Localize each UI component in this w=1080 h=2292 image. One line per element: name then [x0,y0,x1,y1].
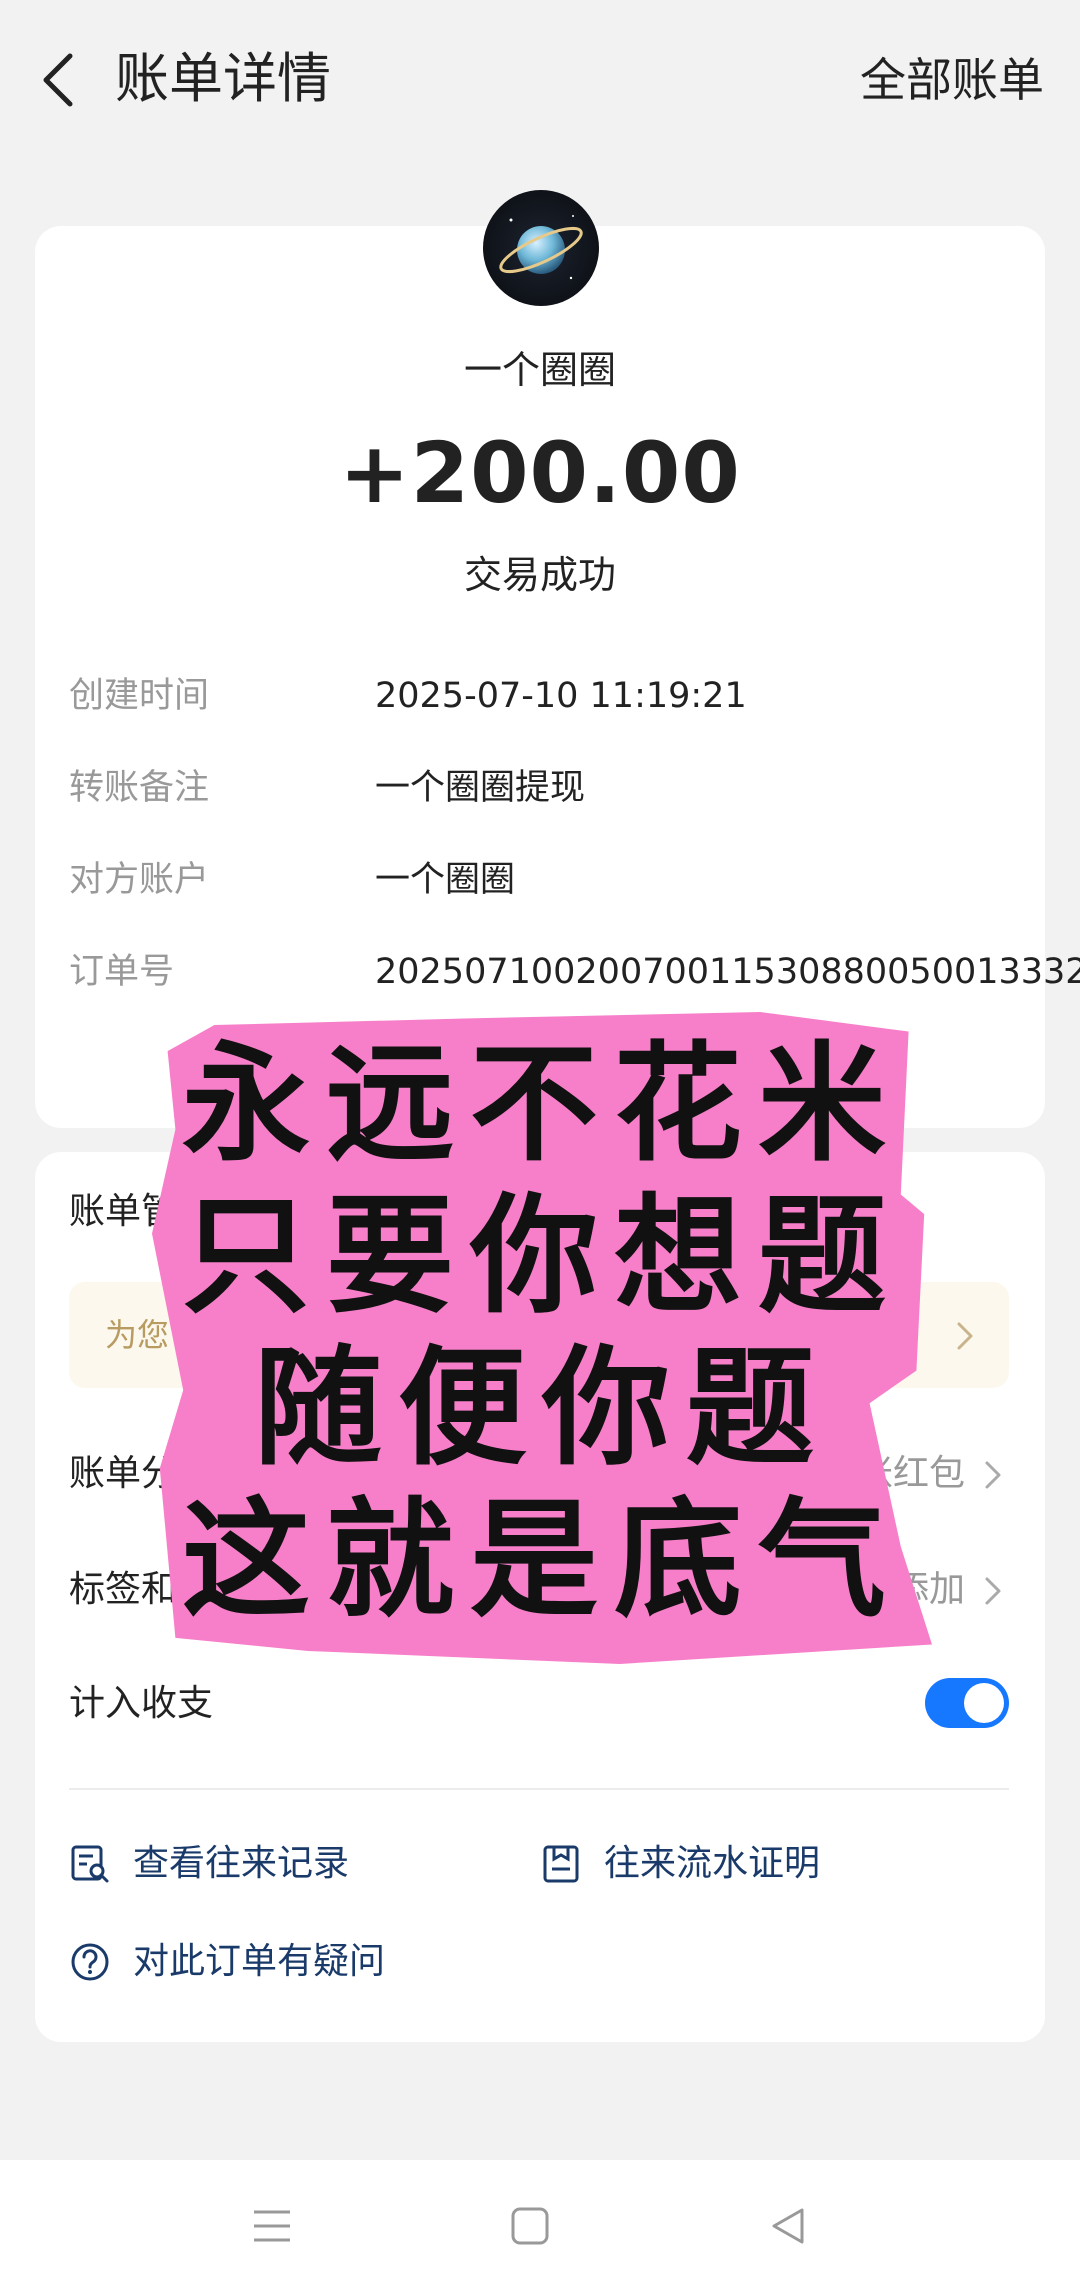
detail-value: 一个圈圈提现 [375,768,586,808]
detail-row-counterparty: 对方账户 一个圈圈 [69,850,1019,910]
include-in-stats-row: 计入收支 [69,1664,1009,1744]
overlay-line: 永远不花米 [181,1030,902,1179]
divider [69,1788,1009,1790]
square-home-icon [511,2207,549,2245]
link-label: 对此订单有疑问 [133,1941,386,1982]
statement-proof-link[interactable]: 往来流水证明 [540,1834,820,1894]
overlay-line: 只要你想题 [181,1182,902,1331]
system-nav-bar [0,2160,1080,2292]
detail-row-transfer-note: 转账备注 一个圈圈提现 [69,758,1019,818]
chevron-right-icon [985,1461,1001,1489]
overlay-sticker: 永远不花米 只要你想题 随便你题 这就是底气 [152,1012,932,1664]
detail-row-order-number: 订单号 20250710020070011530880050013332 [69,942,1080,1002]
tip-text: 为您 [105,1316,170,1354]
detail-label: 对方账户 [69,860,210,900]
chevron-right-icon [985,1577,1001,1605]
avatar [483,190,599,306]
back-button[interactable] [28,40,88,120]
include-in-stats-toggle[interactable] [925,1678,1009,1728]
question-circle-icon [71,1943,109,1981]
top-app-bar: 账单详情 全部账单 [0,0,1080,160]
view-history-link[interactable]: 查看往来记录 [69,1834,349,1894]
link-label: 查看往来记录 [133,1843,350,1884]
detail-value[interactable]: 20250710020070011530880050013332 [375,942,1080,1002]
payee-name: 一个圈圈 [463,348,616,392]
toggle-knob [964,1683,1004,1723]
planet-icon [499,215,583,280]
transaction-amount: +200.00 [339,424,741,522]
document-icon [543,1845,579,1883]
detail-label: 创建时间 [69,676,210,716]
record-search-icon [71,1845,109,1883]
detail-value: 2025-07-10 11:19:21 [375,676,747,716]
order-question-link[interactable]: 对此订单有疑问 [69,1932,385,1992]
menu-button[interactable] [242,2196,302,2256]
chevron-right-icon [957,1322,973,1350]
detail-value: 一个圈圈 [375,860,516,900]
triangle-back-icon [772,2208,804,2244]
back-nav-button[interactable] [758,2196,818,2256]
detail-row-created-time: 创建时间 2025-07-10 11:19:21 [69,666,1019,726]
link-label: 往来流水证明 [604,1843,821,1884]
detail-label: 订单号 [69,952,175,992]
setting-label: 计入收支 [69,1683,214,1724]
overlay-line: 这就是底气 [181,1486,902,1635]
home-button[interactable] [500,2196,560,2256]
transaction-status: 交易成功 [463,553,616,597]
transaction-card: 一个圈圈 +200.00 交易成功 创建时间 2025-07-10 11:19:… [35,190,1080,1128]
menu-icon [254,2210,290,2242]
all-bills-link[interactable]: 全部账单 [860,48,1044,112]
overlay-line: 随便你题 [253,1334,830,1483]
setting-label: 标签和 [69,1569,178,1610]
detail-label: 转账备注 [69,768,210,808]
page-title: 账单详情 [115,47,331,110]
chevron-left-icon [43,53,73,107]
